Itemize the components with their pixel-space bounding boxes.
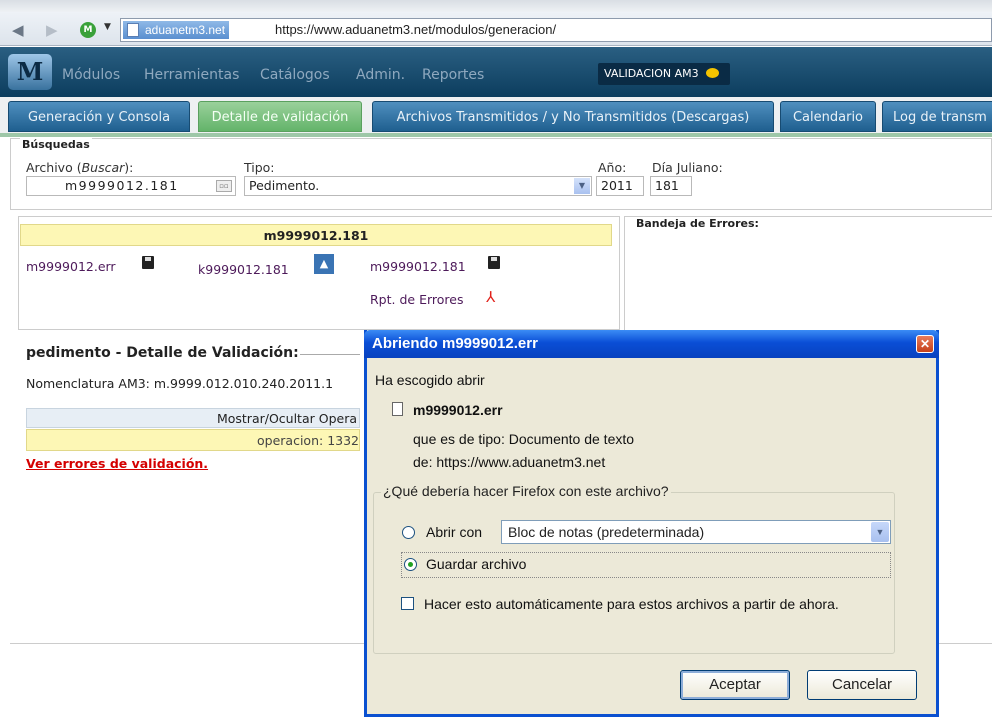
cancel-button[interactable]: Cancelar [807,670,917,700]
juliano-label: Día Juliano: [652,160,723,175]
app-logo: M [8,54,52,90]
forward-arrow-icon[interactable]: ▶ [46,21,58,39]
auto-label[interactable]: Hacer esto automáticamente para estos ar… [424,596,839,612]
pedimento-title: pedimento - Detalle de Validación: [26,345,299,361]
search-legend: Búsquedas [20,138,92,151]
tipo-label: Tipo: [244,160,275,175]
floppy-disk-icon[interactable] [488,256,500,269]
chevron-down-icon[interactable]: ▼ [574,178,590,194]
divider [300,354,360,355]
browser-toolbar: ◀ ▶ M ▼ aduanetm3.net https://www.aduane… [0,12,992,46]
anio-input[interactable]: 2011 [596,176,644,196]
file-source-text: de: https://www.aduanetm3.net [413,454,606,470]
menu-catalogos[interactable]: Catálogos [260,67,330,83]
archivo-label: Archivo (Buscar): [26,160,134,175]
chevron-down-icon[interactable]: ▼ [104,22,111,32]
domain-badge[interactable]: aduanetm3.net [123,21,230,39]
save-file-label[interactable]: Guardar archivo [426,556,526,572]
tipo-select[interactable]: Pedimento. ▼ [244,176,592,196]
tab-archivos[interactable]: Archivos Transmitidos / y No Transmitido… [372,101,774,132]
error-report-link[interactable]: Rpt. de Errores [370,292,463,307]
chat-bubble-icon [706,68,719,78]
status-text: VALIDACION AM3 [604,67,699,80]
dialog-title: Abriendo m9999012.err ✕ [364,330,939,358]
text-file-icon [392,402,403,416]
m-file-link[interactable]: m9999012.181 [370,259,466,274]
menu-admin[interactable]: Admin. [356,67,405,83]
k-file-link[interactable]: k9999012.181 [198,262,289,277]
close-icon[interactable]: ✕ [916,335,934,353]
transmit-icon[interactable]: ▲ [314,254,334,274]
app-header: M Módulos Herramientas Catálogos Admin. … [0,47,992,97]
archivo-input[interactable]: m9999012.181 [26,176,236,196]
status-box: VALIDACION AM3 [598,63,730,85]
juliano-input[interactable]: 181 [650,176,692,196]
pdf-icon[interactable]: ⅄ [486,288,495,306]
menu-herramientas[interactable]: Herramientas [144,67,239,83]
tab-generacion[interactable]: Generación y Consola [8,101,190,132]
err-file-link[interactable]: m9999012.err [26,259,116,274]
anio-label: Año: [598,160,627,175]
page-icon [127,23,139,37]
file-type-text: que es de tipo: Documento de texto [413,431,635,447]
operation-row[interactable]: operacion: 1332 [26,429,360,451]
floppy-disk-icon[interactable] [142,256,154,269]
tab-bar: Generación y Consola Detalle de validaci… [0,97,992,137]
browser-top-strip [0,0,992,12]
file-panel-header: m9999012.181 [20,224,612,246]
open-with-app-select[interactable]: Bloc de notas (predeterminada) ▼ [501,520,891,544]
domain-text: aduanetm3.net [145,23,226,37]
chosen-text: Ha escogido abrir [375,372,485,388]
download-dialog: Abriendo m9999012.err ✕ Ha escogido abri… [364,330,939,717]
menu-reportes[interactable]: Reportes [422,67,484,83]
menu-modulos[interactable]: Módulos [62,67,120,83]
toggle-operations-button[interactable]: Mostrar/Ocultar Opera [26,408,360,428]
browse-icon[interactable]: ▫▫ [216,180,232,192]
nomenclatura-text: Nomenclatura AM3: m.9999.012.010.240.201… [26,376,334,391]
open-with-radio[interactable] [402,526,415,539]
error-tray [624,216,992,330]
error-tray-title: Bandeja de Errores: [634,217,761,230]
accept-button[interactable]: Aceptar [680,670,790,700]
chevron-down-icon[interactable]: ▼ [871,522,889,542]
dialog-filename: m9999012.err [413,402,503,418]
open-with-label[interactable]: Abrir con [426,524,482,540]
tab-detalle-validacion[interactable]: Detalle de validación [198,101,362,132]
action-question: ¿Qué debería hacer Firefox con este arch… [381,483,671,499]
tab-log[interactable]: Log de transm [882,101,992,132]
site-identity-icon[interactable]: M [80,22,96,38]
save-file-radio[interactable] [404,558,417,571]
address-bar[interactable]: aduanetm3.net https://www.aduanetm3.net/… [120,18,992,42]
url-text[interactable]: https://www.aduanetm3.net/modulos/genera… [275,19,556,41]
view-errors-link[interactable]: Ver errores de validación. [26,456,208,471]
back-arrow-icon[interactable]: ◀ [12,21,24,39]
tab-calendario[interactable]: Calendario [780,101,876,132]
search-fieldset [10,138,992,210]
auto-checkbox[interactable] [401,597,414,610]
